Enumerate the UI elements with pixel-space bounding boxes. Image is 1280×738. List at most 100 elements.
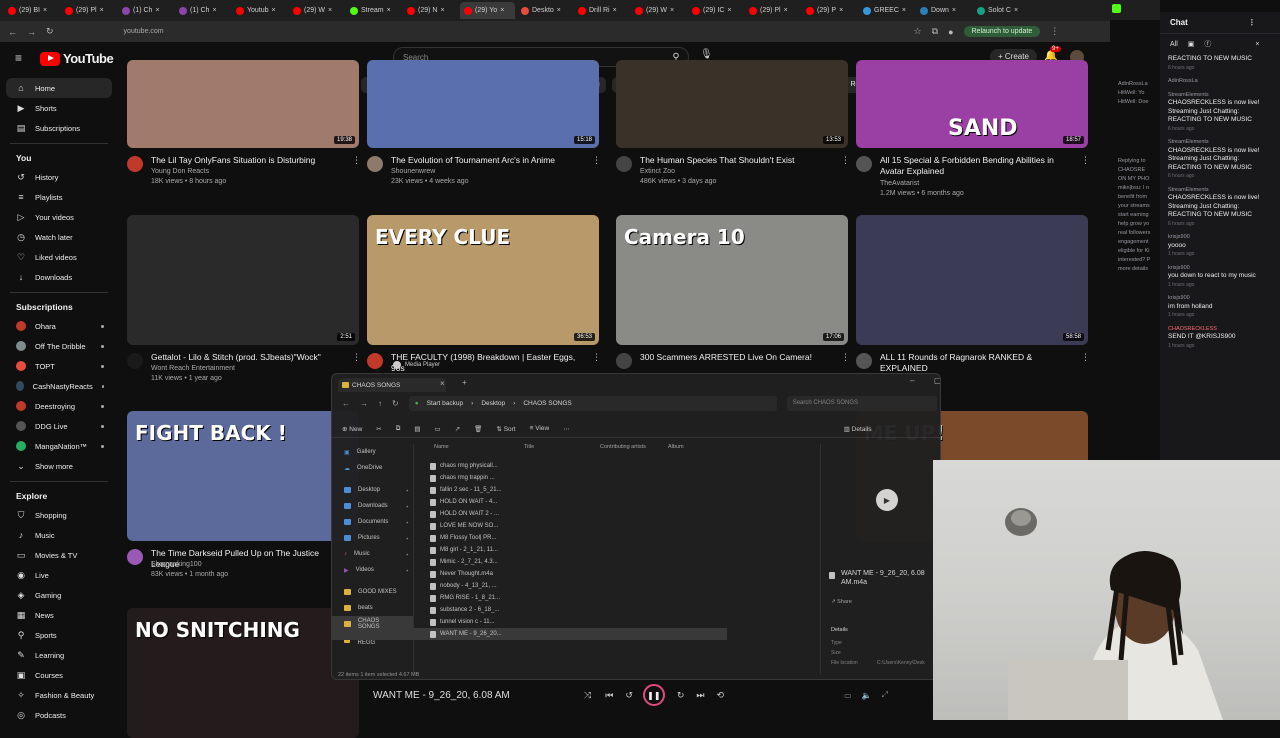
details-share-button[interactable]: ↗ Share [831, 599, 852, 605]
sidebar-item[interactable]: ⛉ Shopping [0, 505, 118, 525]
tab-close-icon[interactable]: × [613, 7, 617, 14]
browser-tab[interactable]: (29) IC × [688, 2, 743, 19]
browser-tab[interactable]: Drill Ri × [574, 2, 629, 19]
up-icon[interactable]: ↑ [378, 399, 382, 408]
chat-username[interactable]: krisjs900 [1168, 294, 1272, 303]
browser-tab[interactable]: (29) N × [403, 2, 458, 19]
video-title[interactable]: All 15 Special & Forbidden Bending Abili… [880, 155, 1078, 177]
reload-icon[interactable]: ↻ [46, 26, 54, 37]
file-row[interactable]: M8 Flossy Tool| PR... [332, 532, 727, 544]
more-icon[interactable]: ⋯ [563, 425, 570, 433]
chat-username[interactable]: krisjs900 [1168, 233, 1272, 242]
sidebar-item[interactable]: ↺ History [0, 167, 118, 187]
channel-avatar[interactable] [856, 353, 872, 369]
bookmark-star-icon[interactable]: ☆ [914, 26, 922, 37]
chat-username[interactable]: StreamElements [1168, 91, 1272, 100]
chat-facebook-filter-icon[interactable]: ⓕ [1204, 39, 1211, 49]
sort-button[interactable]: ⇅ Sort [496, 425, 515, 433]
sidebar-item[interactable]: ≡ Playlists [0, 187, 118, 207]
video-thumbnail[interactable]: Camera 10 17:06 [616, 215, 848, 345]
explorer-search-input[interactable]: Search CHAOS SONGS [786, 395, 937, 411]
chat-close-icon[interactable]: × [1255, 41, 1259, 48]
file-row[interactable]: HOLD ON WAIT 2 - ... [332, 508, 727, 520]
channel-avatar[interactable] [367, 156, 383, 172]
tab-close-icon[interactable]: × [952, 7, 956, 14]
address-bar[interactable]: youtube.com [64, 24, 904, 39]
sidebar-you-header[interactable]: You [0, 149, 118, 167]
paste-icon[interactable]: ▤ [414, 425, 420, 433]
file-row[interactable]: M8 girl - 2_1_21, 11... [332, 544, 727, 556]
hamburger-menu-icon[interactable]: ≡ [15, 51, 22, 65]
video-options-icon[interactable]: ⋮ [352, 352, 361, 363]
repeat-icon[interactable]: ⟲ [717, 690, 725, 701]
relaunch-button[interactable]: Relaunch to update [963, 26, 1041, 37]
tab-close-icon[interactable]: × [839, 7, 843, 14]
maximize-icon[interactable]: ▢ [934, 376, 940, 385]
details-button[interactable]: ▥ Details [844, 425, 872, 433]
column-title[interactable]: Title [524, 444, 600, 456]
file-row[interactable]: Mimic - 2_7_21, 4.3... [332, 556, 727, 568]
refresh-icon[interactable]: ↻ [392, 399, 399, 408]
video-thumbnail[interactable]: 13:53 [616, 60, 848, 148]
file-row[interactable]: RMG RISE - 1_8_21... [332, 592, 727, 604]
channel-name[interactable]: Wont Reach Entertainment [151, 364, 349, 374]
video-title[interactable]: 300 Scammers ARRESTED Live On Camera! [640, 352, 838, 363]
video-options-icon[interactable]: ⋮ [592, 352, 601, 363]
video-title[interactable]: Gettalot - Lilo & Stitch (prod. SJbeats)… [151, 352, 349, 363]
file-row[interactable]: LOVE ME NOW SO... [332, 520, 727, 532]
tab-close-icon[interactable]: × [43, 7, 47, 14]
chat-youtube-filter-icon[interactable]: ▣ [1188, 40, 1195, 48]
back-icon[interactable]: ← [8, 27, 17, 37]
video-options-icon[interactable]: ⋮ [1081, 155, 1090, 166]
video-thumbnail[interactable]: 15:18 [367, 60, 599, 148]
channel-name[interactable]: Young Don Reacts [151, 167, 349, 177]
sidebar-item[interactable]: ✎ Learning [0, 645, 118, 665]
share-icon[interactable]: ↗ [455, 425, 460, 433]
media-play-icon[interactable]: ▶ [876, 489, 898, 511]
volume-icon[interactable]: 🔈 [862, 691, 872, 700]
channel-avatar[interactable] [127, 549, 143, 565]
sidebar-item[interactable]: ◈ Gaming [0, 585, 118, 605]
sidebar-item[interactable]: ▣ Courses [0, 665, 118, 685]
minimize-icon[interactable]: – [910, 376, 914, 385]
browser-tab[interactable]: (29) BI × [4, 2, 59, 19]
video-thumbnail[interactable]: 58:58 [856, 215, 1088, 345]
browser-tab[interactable]: (29) Pl × [745, 2, 800, 19]
channel-avatar[interactable] [367, 353, 383, 369]
sidebar-item[interactable]: ↓ Downloads [0, 267, 118, 287]
browser-tab[interactable]: Youtub × [232, 2, 287, 19]
microphone-icon[interactable]: 🎙 [700, 49, 713, 60]
video-options-icon[interactable]: ⋮ [1081, 352, 1090, 363]
browser-tab[interactable]: (29) Yo × [460, 2, 515, 19]
file-row[interactable]: chaos rmg trappin ... [332, 472, 727, 484]
column-album[interactable]: Album [668, 444, 728, 456]
tab-close-icon[interactable]: × [272, 7, 276, 14]
new-button[interactable]: ⊕ New [342, 425, 362, 433]
tab-close-icon[interactable]: × [902, 7, 906, 14]
copy-icon[interactable]: ⧉ [396, 425, 401, 433]
forward-icon[interactable]: → [360, 399, 368, 408]
file-row[interactable]: fallin 2 sec - 11_5_21... [332, 484, 727, 496]
video-title[interactable]: The Evolution of Tournament Arc's in Ani… [391, 155, 589, 166]
browser-tab[interactable]: (1) Ch × [175, 2, 230, 19]
video-options-icon[interactable]: ⋮ [352, 155, 361, 166]
file-row[interactable]: Never Thought.m4a [332, 568, 727, 580]
subscription-channel[interactable]: CashNastyReacts [0, 376, 118, 396]
cut-icon[interactable]: ✂ [376, 425, 381, 433]
browser-tab[interactable]: Deskto × [517, 2, 572, 19]
sidebar-item[interactable]: ▶ Shorts [0, 98, 118, 118]
browser-tab[interactable]: (29) Pl × [61, 2, 116, 19]
file-row[interactable]: tunnel vision c - 11... [332, 616, 727, 628]
fullscreen-icon[interactable]: ⤢ [882, 690, 888, 700]
sidebar-item[interactable]: ⚲ Sports [0, 625, 118, 645]
chat-username[interactable]: AdinRossLa [1168, 77, 1272, 86]
sidebar-item[interactable]: ▦ News [0, 605, 118, 625]
extensions-icon[interactable]: ⧉ [932, 26, 938, 37]
shuffle-icon[interactable]: ⤨ [584, 690, 591, 701]
subscription-channel[interactable]: Ohara [0, 316, 118, 336]
video-options-icon[interactable]: ⋮ [592, 155, 601, 166]
delete-icon[interactable]: 🗑 [474, 425, 482, 433]
browser-tab[interactable]: (29) W × [289, 2, 344, 19]
browser-tab[interactable]: (1) Ch × [118, 2, 173, 19]
chat-filter-all[interactable]: All [1170, 41, 1178, 48]
